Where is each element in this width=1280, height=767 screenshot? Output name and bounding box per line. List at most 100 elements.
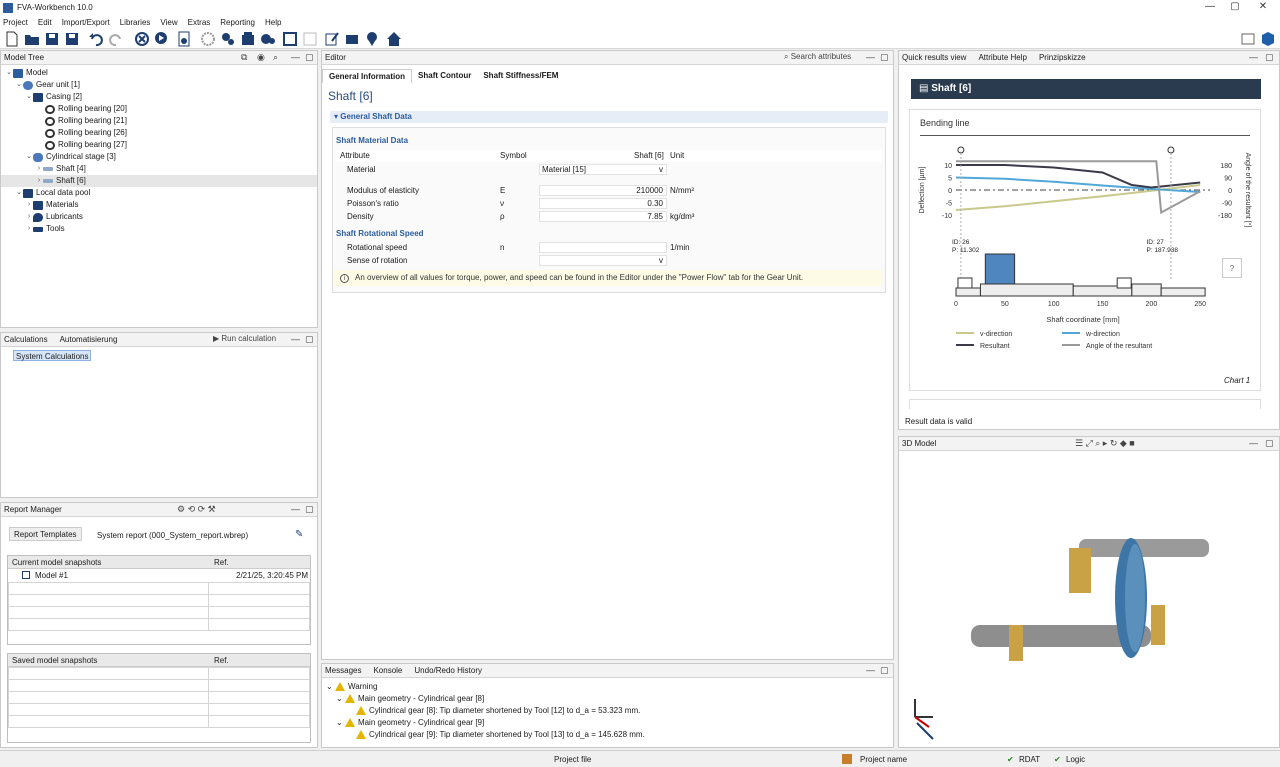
tab-messages[interactable]: Messages: [325, 666, 361, 675]
minimize-panel-icon[interactable]: —: [866, 665, 875, 675]
run-calculation-button[interactable]: ▶ Run calculation: [213, 334, 276, 343]
undo-icon[interactable]: [88, 31, 104, 47]
maximize-panel-icon[interactable]: ▢: [1265, 438, 1274, 449]
editor-header: Editor ⌕ Search attributes — ▢: [322, 51, 893, 65]
disabled-tool-icon[interactable]: [302, 31, 318, 47]
poisson-input[interactable]: 0.30: [539, 198, 667, 209]
tab-automatisierung[interactable]: Automatisierung: [60, 335, 118, 344]
document-icon[interactable]: [176, 31, 192, 47]
redo-icon[interactable]: [108, 31, 124, 47]
maximize-panel-icon[interactable]: ▢: [880, 52, 889, 63]
casing-tool-icon[interactable]: [240, 31, 256, 47]
tab-attribute-help[interactable]: Attribute Help: [978, 53, 1026, 62]
tree-item-materials[interactable]: › Materials: [25, 199, 78, 211]
help-button[interactable]: ?: [1222, 258, 1242, 278]
gears-icon[interactable]: [220, 31, 236, 47]
report-tools-icon[interactable]: ⚙ ⟲ ⟳ ⚒: [177, 504, 216, 515]
menu-libraries[interactable]: Libraries: [120, 18, 151, 27]
section-header[interactable]: ▾ General Shaft Data: [330, 111, 888, 123]
run-icon[interactable]: [154, 31, 170, 47]
close-window-button[interactable]: ✕: [1248, 0, 1278, 15]
warning-node[interactable]: ⌄ Warning: [326, 681, 377, 693]
minimize-panel-icon[interactable]: —: [1249, 52, 1258, 62]
rotational-speed-input[interactable]: [539, 242, 667, 253]
maximize-panel-icon[interactable]: ▢: [305, 52, 314, 63]
calculations-header: Calculations Automatisierung ▶ Run calcu…: [1, 333, 317, 347]
tab-konsole[interactable]: Konsole: [373, 666, 402, 675]
message-detail-2[interactable]: Cylindrical gear [9]: Tip diameter short…: [356, 729, 645, 741]
tree-item-local-data-pool[interactable]: ⌄ Local data pool: [15, 187, 90, 199]
tree-item-gear-unit[interactable]: ⌄ Gear unit [1]: [15, 79, 80, 91]
stop-icon[interactable]: [134, 31, 150, 47]
tree-item-bearing-20[interactable]: Rolling bearing [20]: [45, 103, 127, 115]
gear-icon[interactable]: [200, 31, 216, 47]
minimize-panel-icon[interactable]: —: [291, 52, 300, 62]
system-calculations-item[interactable]: System Calculations: [13, 350, 92, 361]
sense-of-rotation-dropdown[interactable]: v: [539, 255, 667, 266]
cube-icon[interactable]: [1260, 31, 1276, 47]
minimize-panel-icon[interactable]: —: [291, 504, 300, 514]
density-input[interactable]: 7.85: [539, 211, 667, 222]
tab-general-information[interactable]: General Information: [322, 69, 413, 83]
search-attributes-button[interactable]: ⌕ Search attributes: [784, 52, 851, 62]
maximize-panel-icon[interactable]: ▢: [305, 504, 314, 515]
tree-item-lubricants[interactable]: › Lubricants: [25, 211, 83, 223]
report-templates-button[interactable]: Report Templates: [9, 527, 82, 541]
menu-view[interactable]: View: [160, 18, 177, 27]
menu-import-export[interactable]: Import/Export: [62, 18, 110, 27]
tree-item-cylindrical-stage[interactable]: ⌄ Cylindrical stage [3]: [25, 151, 116, 163]
pencil-icon[interactable]: ✎: [295, 529, 303, 540]
message-item-2[interactable]: ⌄ Main geometry - Cylindrical gear [9]: [336, 717, 484, 729]
minimize-panel-icon[interactable]: —: [1249, 438, 1258, 448]
maximize-panel-icon[interactable]: ▢: [305, 334, 314, 345]
warning-icon: [344, 694, 355, 704]
save-as-icon[interactable]: [64, 31, 80, 47]
tree-item-bearing-26[interactable]: Rolling bearing [26]: [45, 127, 127, 139]
view-tools-icon[interactable]: ☰ ⤢ ⌕ ▸ ↻ ◆ ■: [1075, 438, 1135, 449]
tab-shaft-stiffness[interactable]: Shaft Stiffness/FEM: [477, 69, 564, 83]
snapshot-row[interactable]: Model #1 2/21/25, 3:20:45 PM: [8, 569, 310, 582]
home-icon[interactable]: [386, 31, 402, 47]
message-detail-1[interactable]: Cylindrical gear [8]: Tip diameter short…: [356, 705, 640, 717]
tree-item-tools[interactable]: › Tools: [25, 223, 65, 235]
frame-icon[interactable]: [282, 31, 298, 47]
eye-icon[interactable]: ◉: [257, 52, 265, 63]
tab-undo-redo[interactable]: Undo/Redo History: [414, 666, 482, 675]
link-icon[interactable]: ⧉: [241, 52, 247, 63]
maximize-button[interactable]: ▢: [1220, 0, 1250, 15]
menu-extras[interactable]: Extras: [188, 18, 211, 27]
modulus-input[interactable]: 210000: [539, 185, 667, 196]
perspective-icon[interactable]: [1240, 31, 1256, 47]
tree-item-shaft-4[interactable]: › Shaft [4]: [35, 163, 86, 175]
menu-project[interactable]: Project: [3, 18, 28, 27]
tab-calculations[interactable]: Calculations: [4, 335, 48, 344]
tab-3d-model[interactable]: 3D Model: [902, 439, 936, 448]
tab-editor[interactable]: Editor: [325, 53, 346, 62]
tree-item-shaft-6[interactable]: › Shaft [6]: [35, 175, 86, 187]
tab-prinzipskizze[interactable]: Prinzipskizze: [1039, 53, 1086, 62]
search-icon[interactable]: ⌕: [273, 52, 278, 63]
warning-icon: [356, 730, 366, 740]
minimize-panel-icon[interactable]: —: [291, 334, 300, 344]
stage-tool-icon[interactable]: [260, 31, 276, 47]
new-file-icon[interactable]: [4, 31, 20, 47]
tab-shaft-contour[interactable]: Shaft Contour: [412, 69, 477, 83]
tree-item-bearing-27[interactable]: Rolling bearing [27]: [45, 139, 127, 151]
tree-item-casing[interactable]: ⌄ Casing [2]: [25, 91, 82, 103]
maximize-panel-icon[interactable]: ▢: [1265, 52, 1274, 63]
material-dropdown[interactable]: Material [15] v: [539, 164, 667, 175]
menu-edit[interactable]: Edit: [38, 18, 52, 27]
tree-item-model[interactable]: ⌄ Model: [5, 67, 48, 79]
maximize-panel-icon[interactable]: ▢: [880, 665, 889, 676]
tab-quick-results[interactable]: Quick results view: [902, 53, 966, 62]
minimize-panel-icon[interactable]: —: [866, 52, 875, 62]
report-icon[interactable]: [344, 31, 360, 47]
save-icon[interactable]: [44, 31, 60, 47]
edit-icon[interactable]: [324, 31, 340, 47]
tree-item-bearing-21[interactable]: Rolling bearing [21]: [45, 115, 127, 127]
message-item-1[interactable]: ⌄ Main geometry - Cylindrical gear [8]: [336, 693, 484, 705]
location-icon[interactable]: [364, 31, 380, 47]
menu-help[interactable]: Help: [265, 18, 281, 27]
menu-reporting[interactable]: Reporting: [220, 18, 255, 27]
open-folder-icon[interactable]: [24, 31, 40, 47]
